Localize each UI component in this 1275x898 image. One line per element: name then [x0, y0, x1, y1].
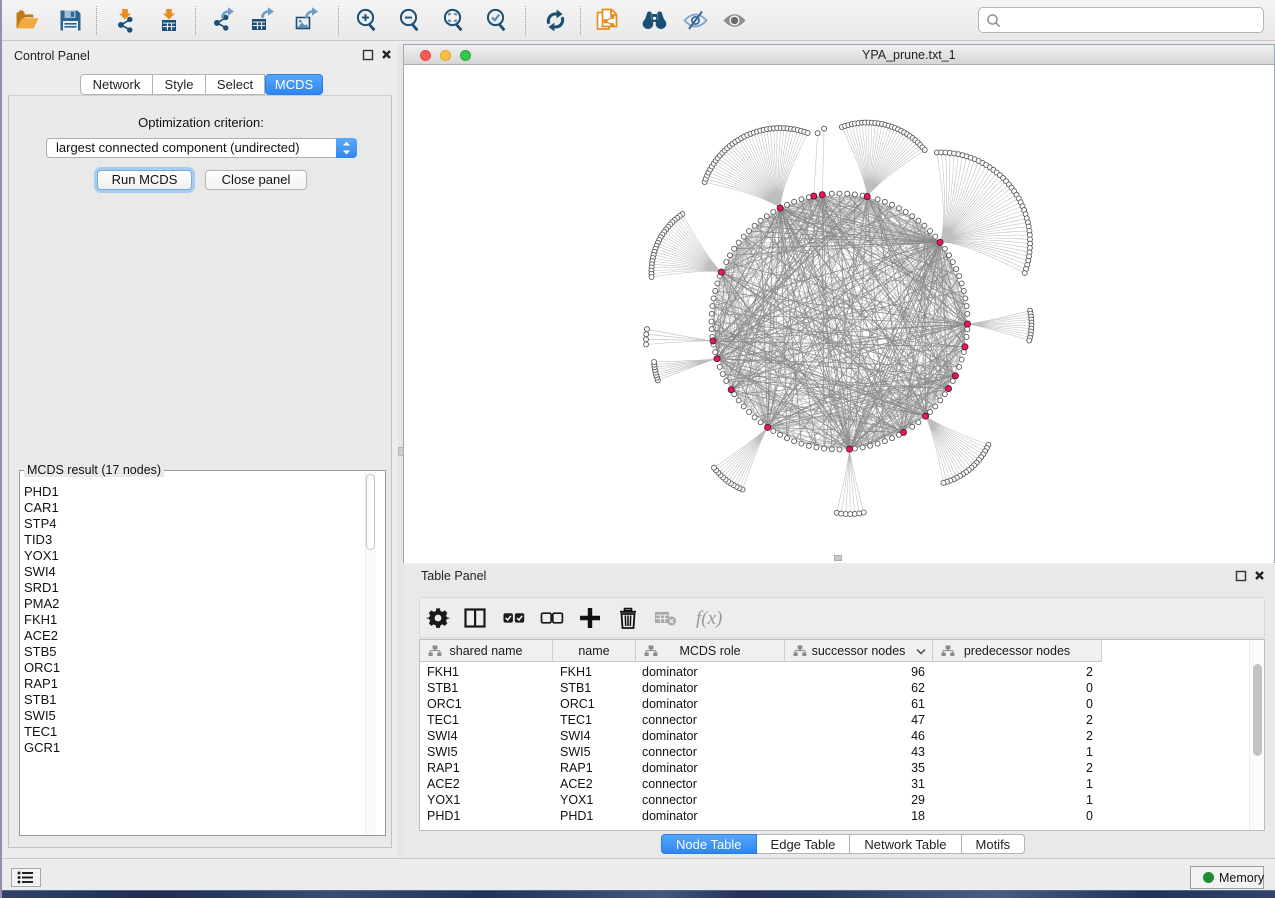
svg-text:f(x): f(x) — [696, 608, 722, 629]
